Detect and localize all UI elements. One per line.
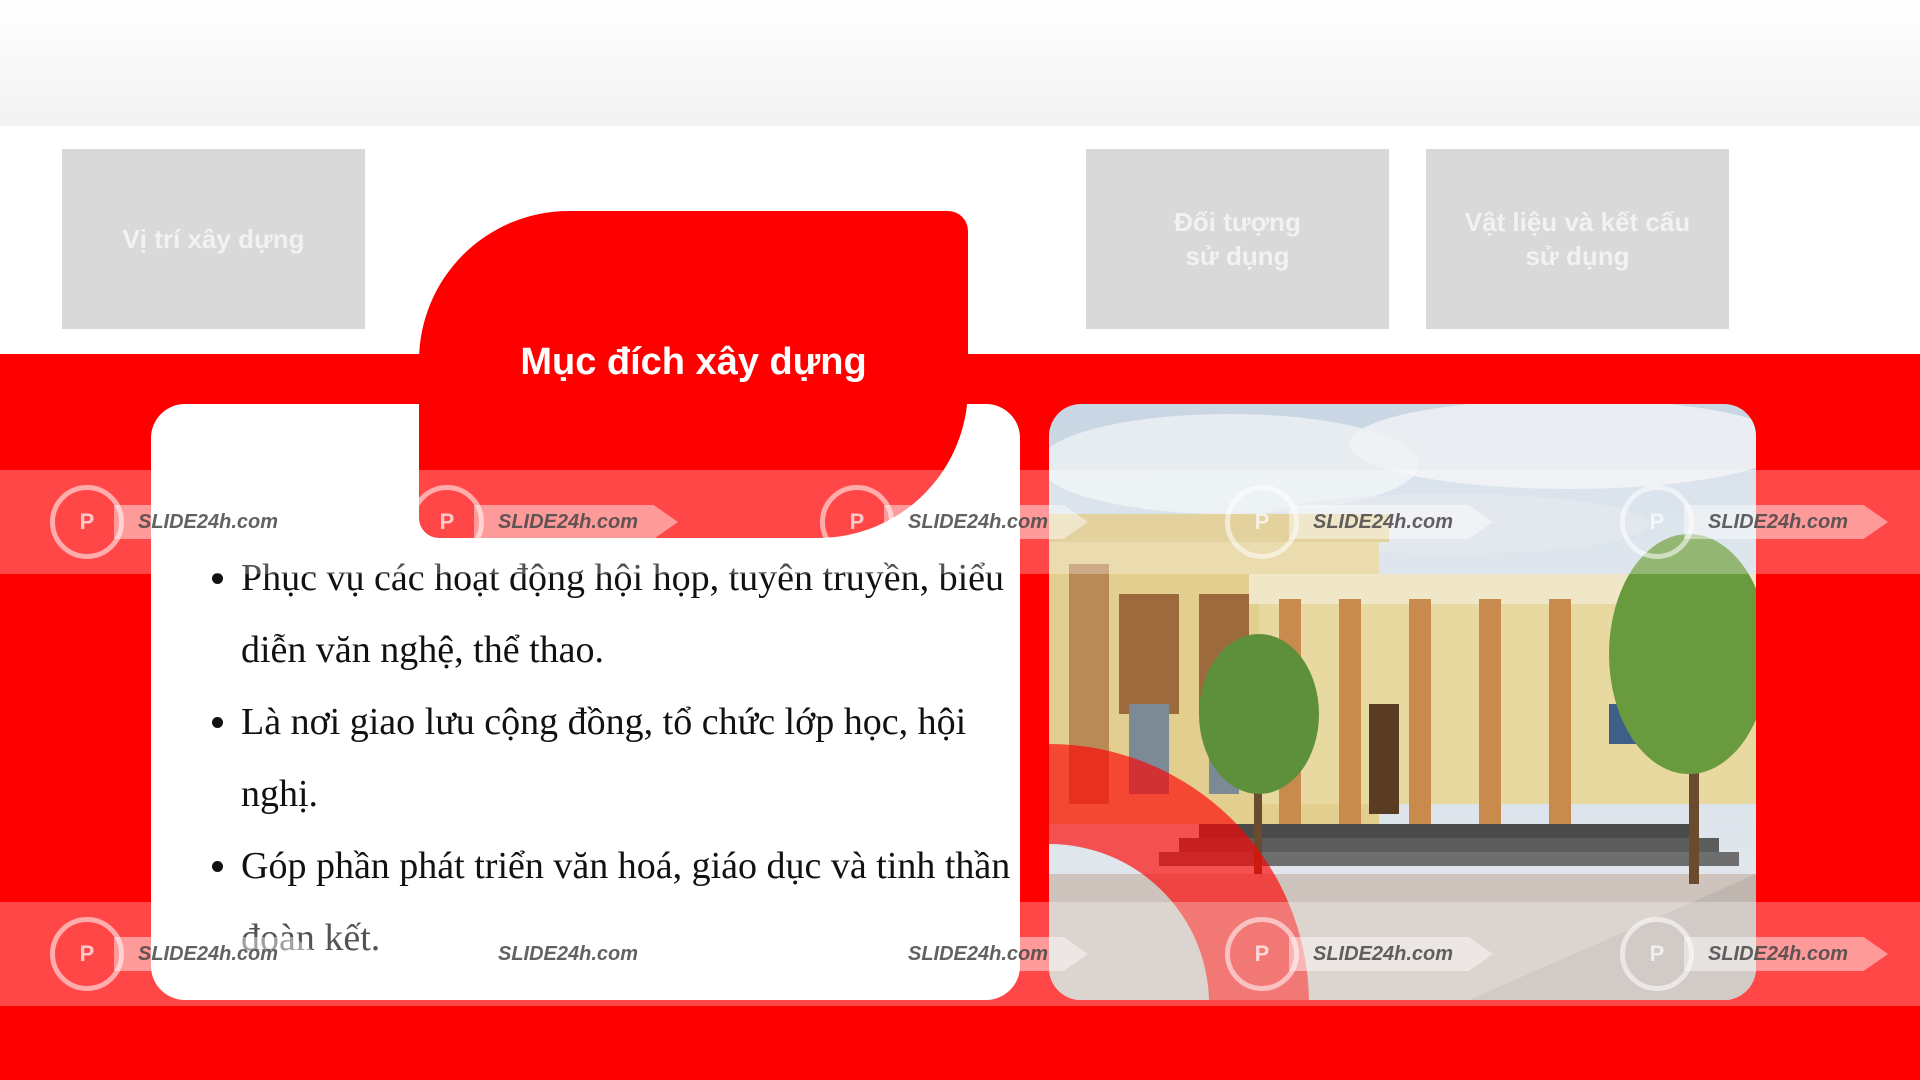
watermark-text: SLIDE24h.com <box>114 937 319 971</box>
tab-location[interactable]: Vị trí xây dựng <box>62 149 365 329</box>
tab-purpose-label: Mục đích xây dựng <box>520 341 867 383</box>
watermark: P SLIDE24h.com <box>50 902 319 1006</box>
slide24h-logo-icon: P <box>1225 917 1299 991</box>
slide24h-logo-icon: P <box>1620 485 1694 559</box>
tab-materials[interactable]: Vật liệu và kết cấu sử dụng <box>1426 149 1729 329</box>
slide24h-logo-icon: P <box>820 485 894 559</box>
watermark-text: SLIDE24h.com <box>884 505 1089 539</box>
slide24h-logo-icon: P <box>1620 917 1694 991</box>
slide24h-logo-icon: P <box>410 485 484 559</box>
watermark-text: SLIDE24h.com <box>1289 505 1494 539</box>
watermark: P SLIDE24h.com <box>1225 470 1494 574</box>
slide24h-logo-icon: P <box>820 917 894 991</box>
slide24h-logo-icon: P <box>1225 485 1299 559</box>
watermark: P SLIDE24h.com <box>410 902 679 1006</box>
list-item: Là nơi giao lưu cộng đồng, tổ chức lớp h… <box>241 686 1020 830</box>
tab-users[interactable]: Đối tượng sử dụng <box>1086 149 1389 329</box>
watermark-text: SLIDE24h.com <box>1684 505 1889 539</box>
watermark: P SLIDE24h.com <box>1620 902 1889 1006</box>
slide24h-logo-icon: P <box>410 917 484 991</box>
watermark: P SLIDE24h.com <box>1620 470 1889 574</box>
slide24h-logo-icon: P <box>50 917 124 991</box>
watermark-text: SLIDE24h.com <box>1289 937 1494 971</box>
watermark-text: SLIDE24h.com <box>474 505 679 539</box>
watermark: P SLIDE24h.com <box>820 902 1089 1006</box>
watermark: P SLIDE24h.com <box>50 470 319 574</box>
watermark: P SLIDE24h.com <box>1225 902 1494 1006</box>
watermark-text: SLIDE24h.com <box>884 937 1089 971</box>
watermark: P SLIDE24h.com <box>410 470 679 574</box>
watermark-text: SLIDE24h.com <box>114 505 319 539</box>
top-header-area <box>0 0 1920 126</box>
watermark-text: SLIDE24h.com <box>474 937 679 971</box>
watermark-text: SLIDE24h.com <box>1684 937 1889 971</box>
watermark: P SLIDE24h.com <box>820 470 1089 574</box>
slide24h-logo-icon: P <box>50 485 124 559</box>
